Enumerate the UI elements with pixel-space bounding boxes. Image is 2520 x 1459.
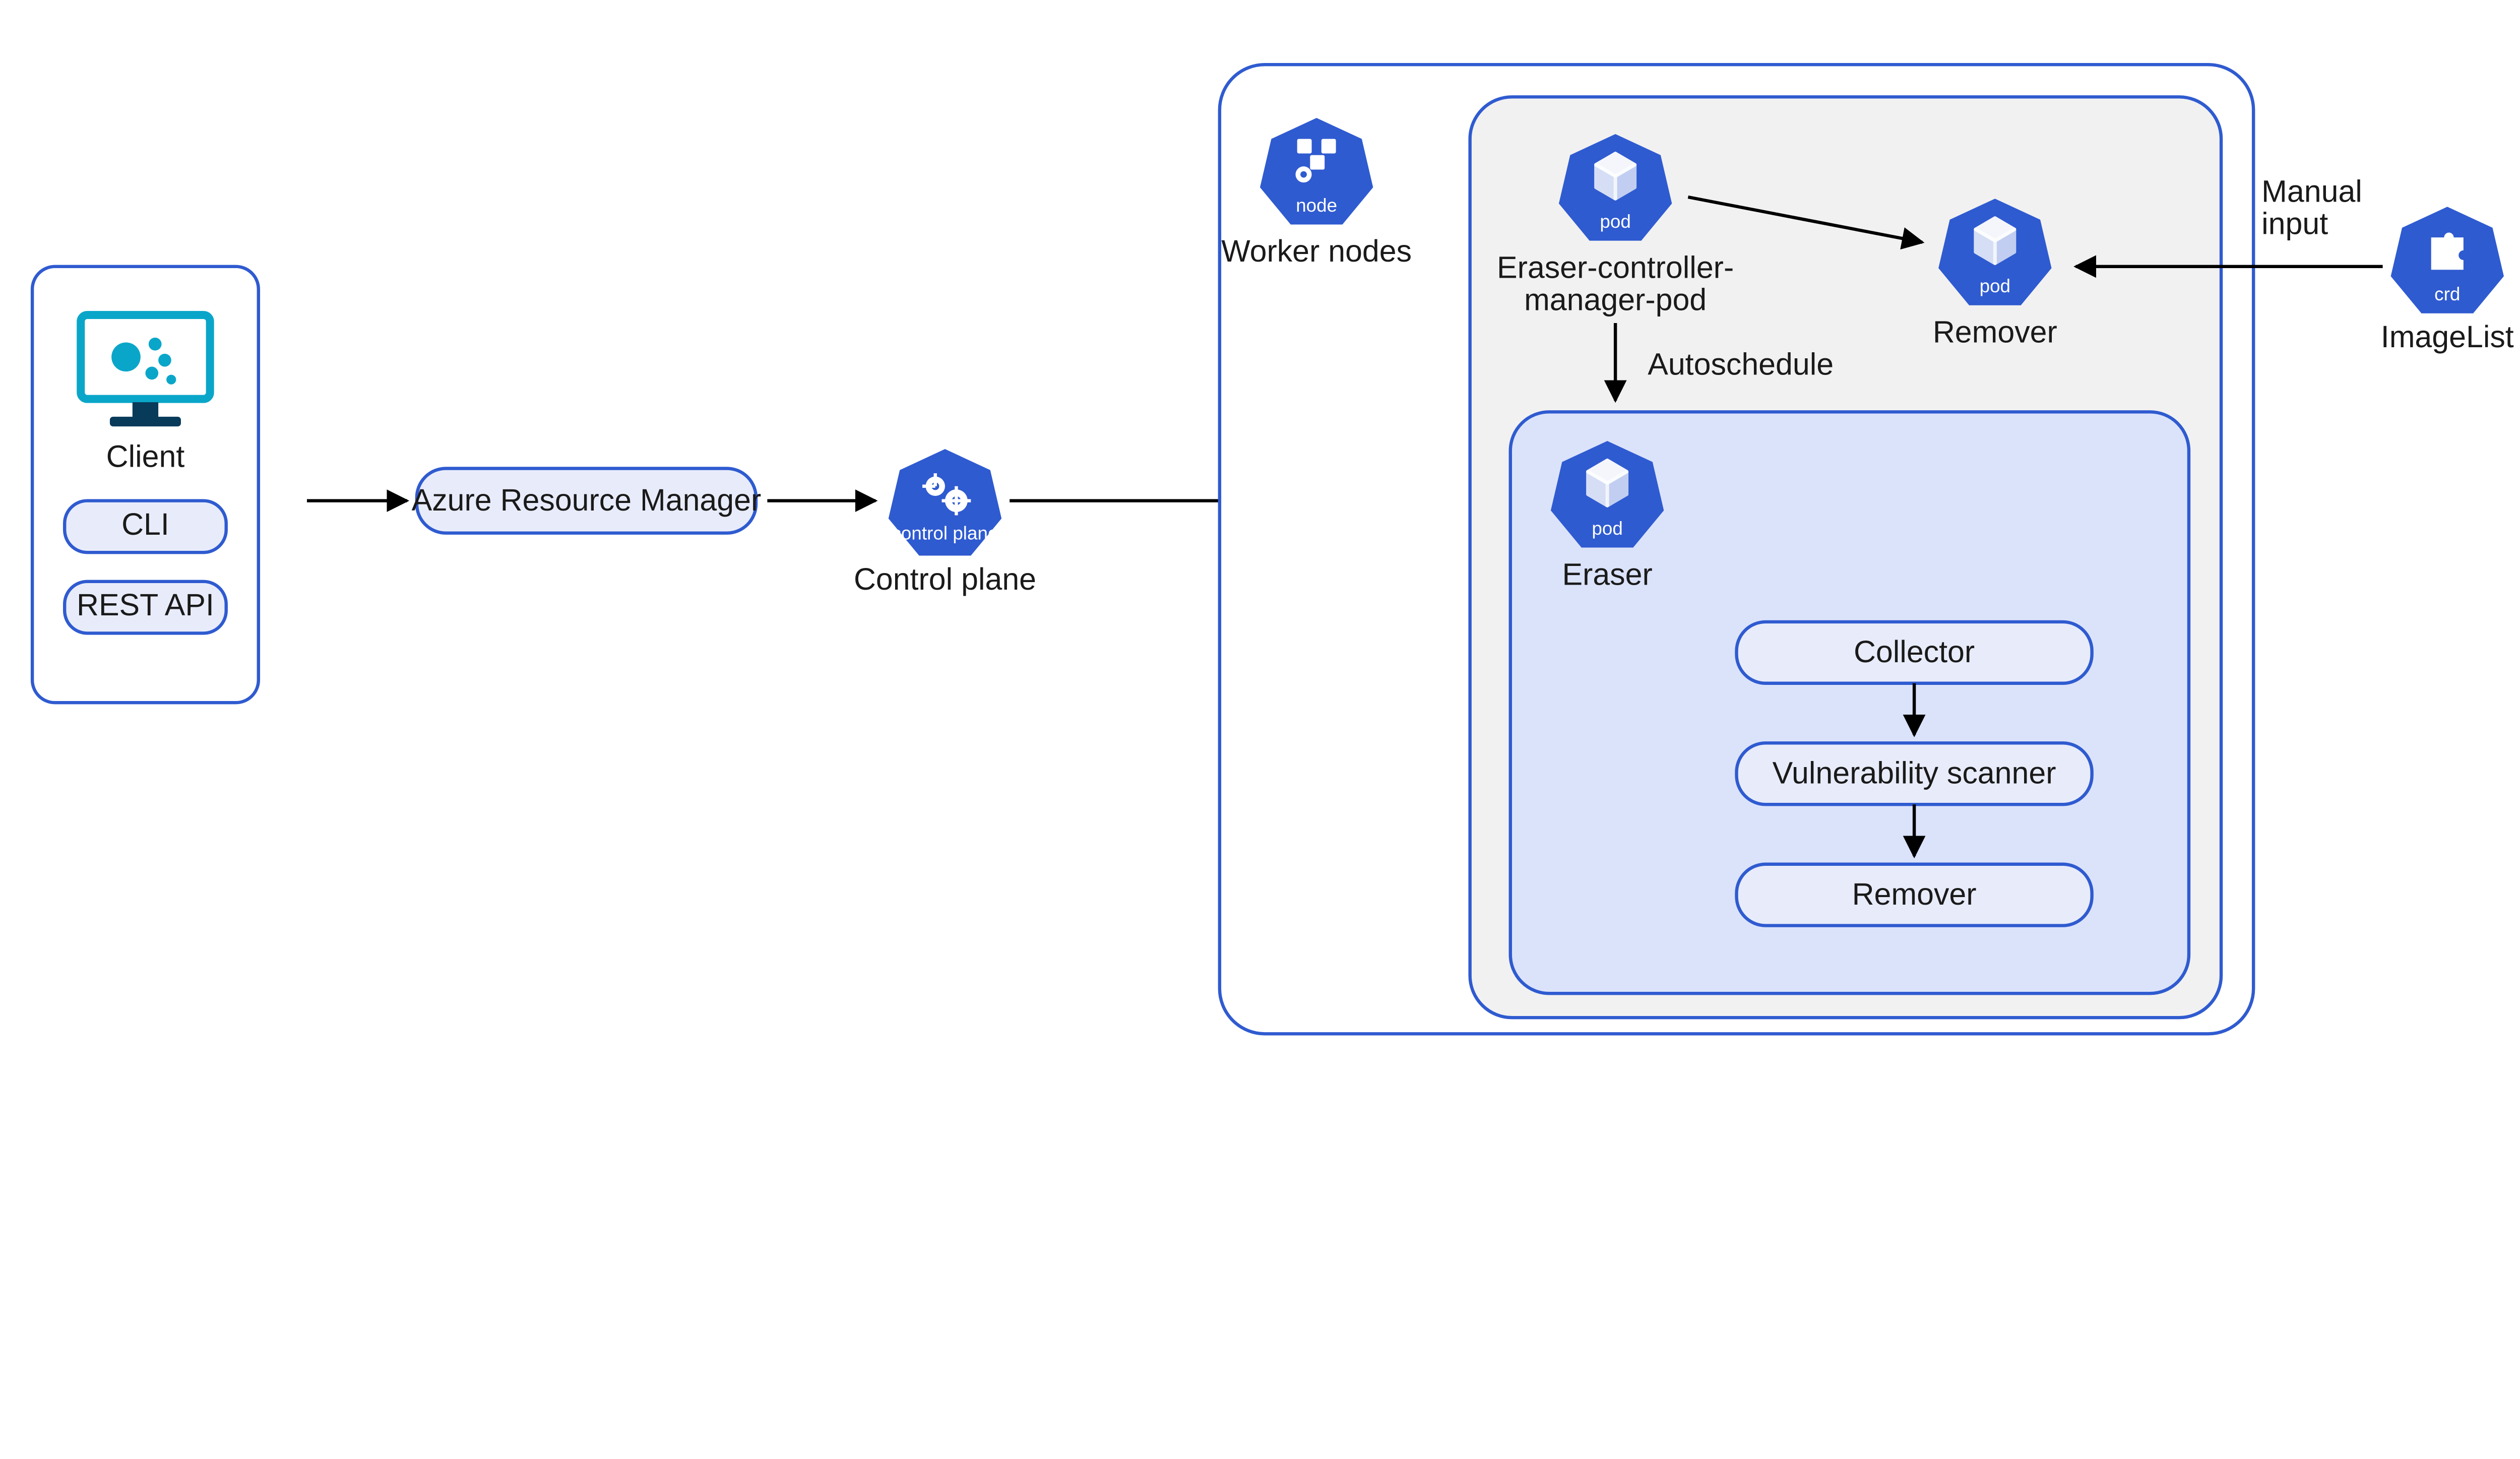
imagelist-crd-icon-caption: crd [2434,284,2460,304]
arm-label: Azure Resource Manager [412,483,762,517]
remover-pod-icon-caption: pod [1980,276,2010,296]
collector-label: Collector [1854,635,1975,669]
rest-api-label: REST API [77,588,214,622]
worker-nodes-label: Worker nodes [1221,234,1412,268]
autoschedule-label: Autoschedule [1648,347,1834,382]
scanner-label: Vulnerability scanner [1773,755,2056,790]
eraser-controller-label-l2: manager-pod [1524,282,1707,316]
remover-label: Remover [1852,877,1977,911]
worker-nodes-icon-caption: node [1296,195,1337,216]
control-plane-label: Control plane [854,562,1036,596]
manual-input-l1: Manual [2261,174,2362,209]
control-plane-icon: control plane [889,449,1001,556]
eraser-pod-icon-caption: pod [1592,518,1622,539]
client-group: Client CLI REST API [32,267,259,703]
manual-input-l2: input [2261,207,2328,241]
client-monitor-icon [81,315,210,426]
imagelist-crd-icon: crd [2391,207,2504,313]
eraser-controller-label-l1: Eraser-controller- [1497,250,1734,284]
control-plane-icon-caption: control plane [892,523,998,544]
client-label: Client [106,439,185,473]
eraser-controller-pod-icon-caption: pod [1600,211,1630,232]
remover-pod-label: Remover [1933,314,2057,349]
eraser-pod-label: Eraser [1562,557,1652,591]
imagelist-label: ImageList [2381,320,2514,354]
cli-label: CLI [121,507,169,541]
